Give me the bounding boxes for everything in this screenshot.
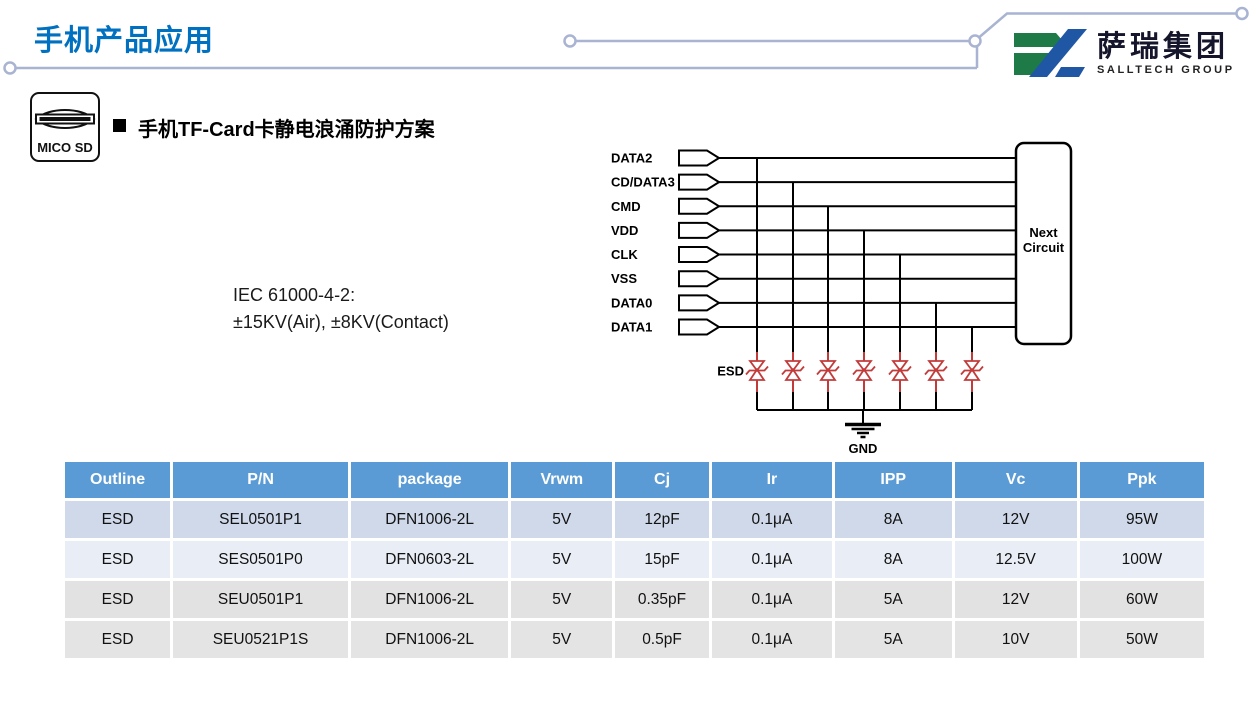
slide: DATA2 CD/DATA3 CMD VDD CLK VSS DATA0 DATA1 Next… <box>0 0 1257 706</box>
header-cell: IPP <box>835 462 955 498</box>
esd-label: ESD <box>717 364 744 379</box>
company-logo: 萨瑞集团 SALLTECH GROUP <box>1012 27 1235 81</box>
esd-diode <box>925 303 947 410</box>
table-cell: 8A <box>835 538 955 578</box>
table-cell: 5A <box>835 618 955 658</box>
table-cell: 0.1μA <box>712 498 835 538</box>
header-cell: Cj <box>615 462 712 498</box>
header-cell: Ir <box>712 462 835 498</box>
next-circuit-label: Circuit <box>1023 240 1065 255</box>
table-cell: 12pF <box>615 498 712 538</box>
table-cell: SEU0501P1 <box>173 578 351 618</box>
header-cell: Vrwm <box>511 462 615 498</box>
circuit-diagram: DATA2 CD/DATA3 CMD VDD CLK VSS DATA0 DATA1 Next… <box>611 143 1071 456</box>
header-cell: Ppk <box>1080 462 1204 498</box>
table-cell: 5V <box>511 618 615 658</box>
table-cell: ESD <box>65 618 173 658</box>
esd-diode <box>853 230 875 410</box>
sd-card-pictogram-icon <box>33 102 97 136</box>
table-cell: 10V <box>955 618 1080 658</box>
table-cell: DFN1006-2L <box>351 618 512 658</box>
table-cell: SEU0521P1S <box>173 618 351 658</box>
signal-connector <box>679 271 719 286</box>
signal-connector <box>679 199 719 214</box>
table-cell: 5A <box>835 578 955 618</box>
signal-connector <box>679 295 719 310</box>
esd-diode <box>961 327 983 410</box>
table-cell: DFN0603-2L <box>351 538 512 578</box>
table-cell: 100W <box>1080 538 1204 578</box>
table-cell: DFN1006-2L <box>351 498 512 538</box>
header-cell: Vc <box>955 462 1080 498</box>
table-cell: 60W <box>1080 578 1204 618</box>
section-title: 手机TF-Card卡静电浪涌防护方案 <box>138 113 435 142</box>
table-cell: 5V <box>511 538 615 578</box>
table-cell: SES0501P0 <box>173 538 351 578</box>
signal-connector <box>679 151 719 166</box>
section-heading: 手机TF-Card卡静电浪涌防护方案 <box>113 113 435 142</box>
table-cell: 12V <box>955 498 1080 538</box>
table-cell: ESD <box>65 578 173 618</box>
signal-label: DATA0 <box>611 295 652 310</box>
signal-group: DATA2 CD/DATA3 CMD VDD CLK VSS DATA0 DATA1 <box>611 151 1016 335</box>
logo-company-name-en: SALLTECH GROUP <box>1097 64 1235 76</box>
page-title: 手机产品应用 <box>34 17 214 59</box>
iec-line2: ±15KV(Air), ±8KV(Contact) <box>233 309 449 336</box>
header-cell: package <box>351 462 512 498</box>
table-header-row: OutlineP/NpackageVrwmCjIrIPPVcPpk <box>65 462 1204 498</box>
table-row: ESDSEU0501P1DFN1006-2L5V0.35pF0.1μA5A12V… <box>65 578 1204 618</box>
header-cell: P/N <box>173 462 351 498</box>
table-cell: DFN1006-2L <box>351 578 512 618</box>
next-circuit-label: Next <box>1029 225 1058 240</box>
signal-label: CLK <box>611 247 638 262</box>
signal-label: DATA1 <box>611 319 652 334</box>
sd-card-icon: MICO SD <box>30 92 100 162</box>
table-cell: 0.1μA <box>712 578 835 618</box>
esd-diode-group <box>746 158 983 410</box>
ground-symbol <box>845 410 881 437</box>
table-cell: 8A <box>835 498 955 538</box>
gnd-label: GND <box>849 441 878 456</box>
table-cell: 12.5V <box>955 538 1080 578</box>
signal-connector <box>679 319 719 334</box>
header-cell: Outline <box>65 462 173 498</box>
signal-label: CMD <box>611 199 641 214</box>
table-cell: ESD <box>65 538 173 578</box>
esd-diode <box>746 158 768 410</box>
signal-label: CD/DATA3 <box>611 175 675 190</box>
table-cell: 12V <box>955 578 1080 618</box>
table-cell: 0.35pF <box>615 578 712 618</box>
bullet-square <box>113 119 126 132</box>
esd-diode <box>889 255 911 410</box>
iec-line1: IEC 61000-4-2: <box>233 282 449 309</box>
table-cell: 5V <box>511 498 615 538</box>
iec-standard-note: IEC 61000-4-2: ±15KV(Air), ±8KV(Contact) <box>233 282 449 336</box>
esd-diode <box>782 182 804 410</box>
logo-mark-icon <box>1012 27 1088 81</box>
next-circuit-box <box>1016 143 1071 344</box>
signal-connector <box>679 175 719 190</box>
table-cell: SEL0501P1 <box>173 498 351 538</box>
table-cell: 0.5pF <box>615 618 712 658</box>
table-cell: ESD <box>65 498 173 538</box>
signal-connector <box>679 223 719 238</box>
table-cell: 15pF <box>615 538 712 578</box>
table-cell: 0.1μA <box>712 538 835 578</box>
signal-label: VSS <box>611 271 637 286</box>
table-row: ESDSEL0501P1DFN1006-2L5V12pF0.1μA8A12V95… <box>65 498 1204 538</box>
esd-diode <box>817 206 839 410</box>
table-row: ESDSEU0521P1SDFN1006-2L5V0.5pF0.1μA5A10V… <box>65 618 1204 658</box>
table-cell: 95W <box>1080 498 1204 538</box>
table-cell: 50W <box>1080 618 1204 658</box>
signal-connector <box>679 247 719 262</box>
table-row: ESDSES0501P0DFN0603-2L5V15pF0.1μA8A12.5V… <box>65 538 1204 578</box>
table-cell: 0.1μA <box>712 618 835 658</box>
signal-label: VDD <box>611 223 638 238</box>
logo-company-name: 萨瑞集团 <box>1097 32 1235 62</box>
table-cell: 5V <box>511 578 615 618</box>
signal-label: DATA2 <box>611 151 652 166</box>
sd-card-label: MICO SD <box>37 140 93 155</box>
spec-table: OutlineP/NpackageVrwmCjIrIPPVcPpkESDSEL0… <box>65 462 1204 658</box>
